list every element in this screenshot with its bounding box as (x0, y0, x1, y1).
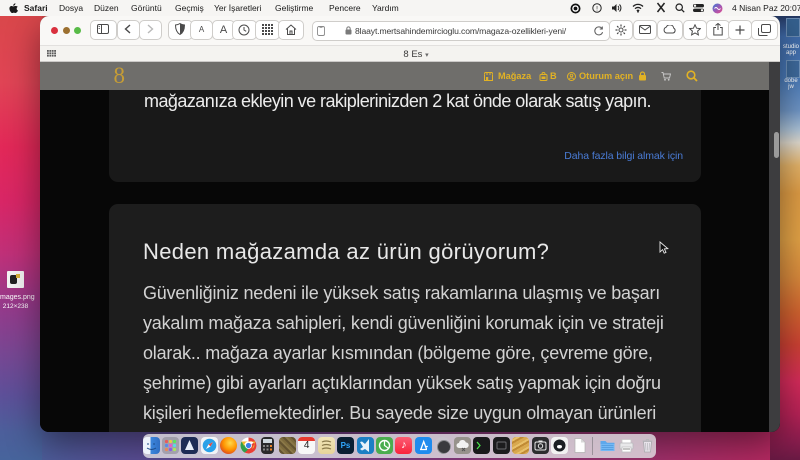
svg-text:!: ! (596, 5, 598, 12)
